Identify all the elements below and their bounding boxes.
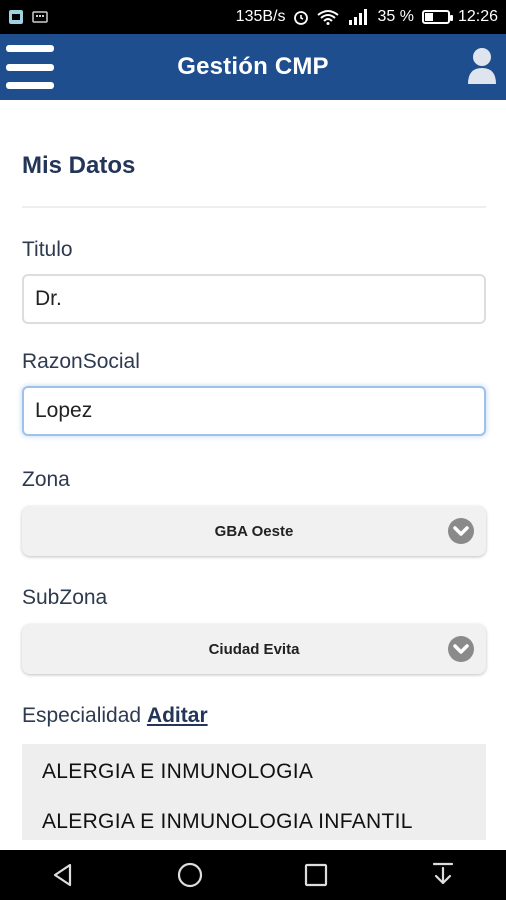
razon-social-label: RazonSocial (22, 350, 140, 373)
subzona-label: SubZona (22, 586, 108, 609)
network-speed: 135B/s (235, 8, 286, 25)
especialidad-list: ALERGIA E INMUNOLOGIA ALERGIA E INMUNOLO… (22, 744, 486, 840)
especialidad-label-row: Especialidad Aditar (22, 704, 486, 728)
status-bar: 135B/s 35 % 12:26 (0, 0, 506, 34)
page-title: Mis Datos (22, 152, 136, 179)
alarm-icon (294, 11, 309, 25)
home-icon[interactable] (170, 855, 210, 895)
clock: 12:26 (457, 8, 498, 25)
zona-select[interactable]: GBA Oeste (22, 506, 486, 556)
battery-percent: 35 % (377, 8, 414, 25)
keyboard-notification-icon (32, 11, 48, 23)
zona-selected-value: GBA Oeste (214, 522, 294, 540)
razon-social-field[interactable]: Lopez (22, 386, 486, 436)
subzona-selected-value: Ciudad Evita (208, 640, 300, 658)
battery-icon (421, 10, 453, 24)
download-icon[interactable] (423, 855, 463, 895)
menu-icon[interactable] (6, 45, 54, 89)
list-item[interactable]: ALERGIA E INMUNOLOGIA (22, 744, 486, 794)
razon-social-value: Lopez (35, 399, 93, 422)
titulo-value: Dr. (35, 287, 62, 310)
especialidad-label: Especialidad (22, 704, 142, 727)
chevron-down-icon (448, 518, 474, 544)
zona-label: Zona (22, 468, 70, 491)
image-notification-icon (9, 10, 23, 24)
navigation-bar (0, 850, 506, 900)
titulo-field[interactable]: Dr. (22, 274, 486, 324)
recents-icon[interactable] (296, 855, 336, 895)
user-icon[interactable] (466, 46, 498, 86)
profile-form: Mis Datos Titulo Dr. RazonSocial Lopez Z… (22, 100, 486, 840)
signal-icon (349, 9, 368, 25)
wifi-icon (317, 10, 340, 25)
app-bar: Gestión CMP (0, 34, 506, 100)
divider (22, 206, 486, 208)
back-icon[interactable] (43, 855, 83, 895)
aditar-link[interactable]: Aditar (147, 704, 208, 727)
list-item[interactable]: ALERGIA E INMUNOLOGIA INFANTIL (22, 794, 486, 840)
titulo-label: Titulo (22, 238, 73, 261)
chevron-down-icon (448, 636, 474, 662)
app-title: Gestión CMP (177, 53, 329, 80)
subzona-select[interactable]: Ciudad Evita (22, 624, 486, 674)
